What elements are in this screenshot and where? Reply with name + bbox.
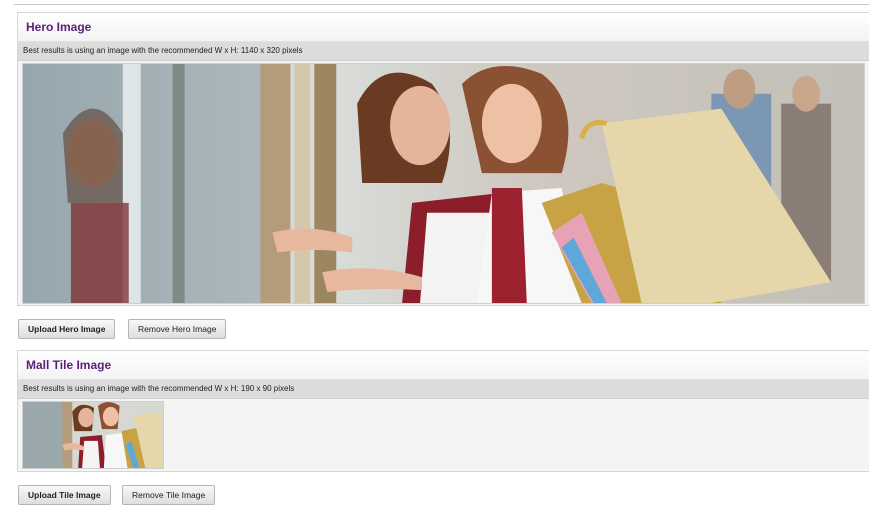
mall-tile-image-preview	[22, 401, 164, 469]
tile-photo	[23, 402, 163, 468]
upload-hero-image-button[interactable]: Upload Hero Image	[18, 319, 116, 339]
remove-hero-image-button[interactable]: Remove Hero Image	[128, 319, 227, 339]
top-divider	[14, 4, 869, 5]
mall-tile-image-hint: Best results is using an image with the …	[18, 380, 869, 399]
hero-image-hint: Best results is using an image with the …	[18, 42, 869, 61]
upload-tile-image-button[interactable]: Upload Tile Image	[18, 485, 111, 505]
mall-tile-image-panel: Mall Tile Image Best results is using an…	[17, 350, 869, 472]
remove-tile-image-button[interactable]: Remove Tile Image	[122, 485, 216, 505]
mall-tile-image-title: Mall Tile Image	[18, 351, 869, 380]
hero-image-title: Hero Image	[18, 13, 869, 42]
hero-image-panel: Hero Image Best results is using an imag…	[17, 12, 869, 306]
hero-photo	[23, 64, 864, 303]
hero-image-preview	[22, 63, 865, 304]
